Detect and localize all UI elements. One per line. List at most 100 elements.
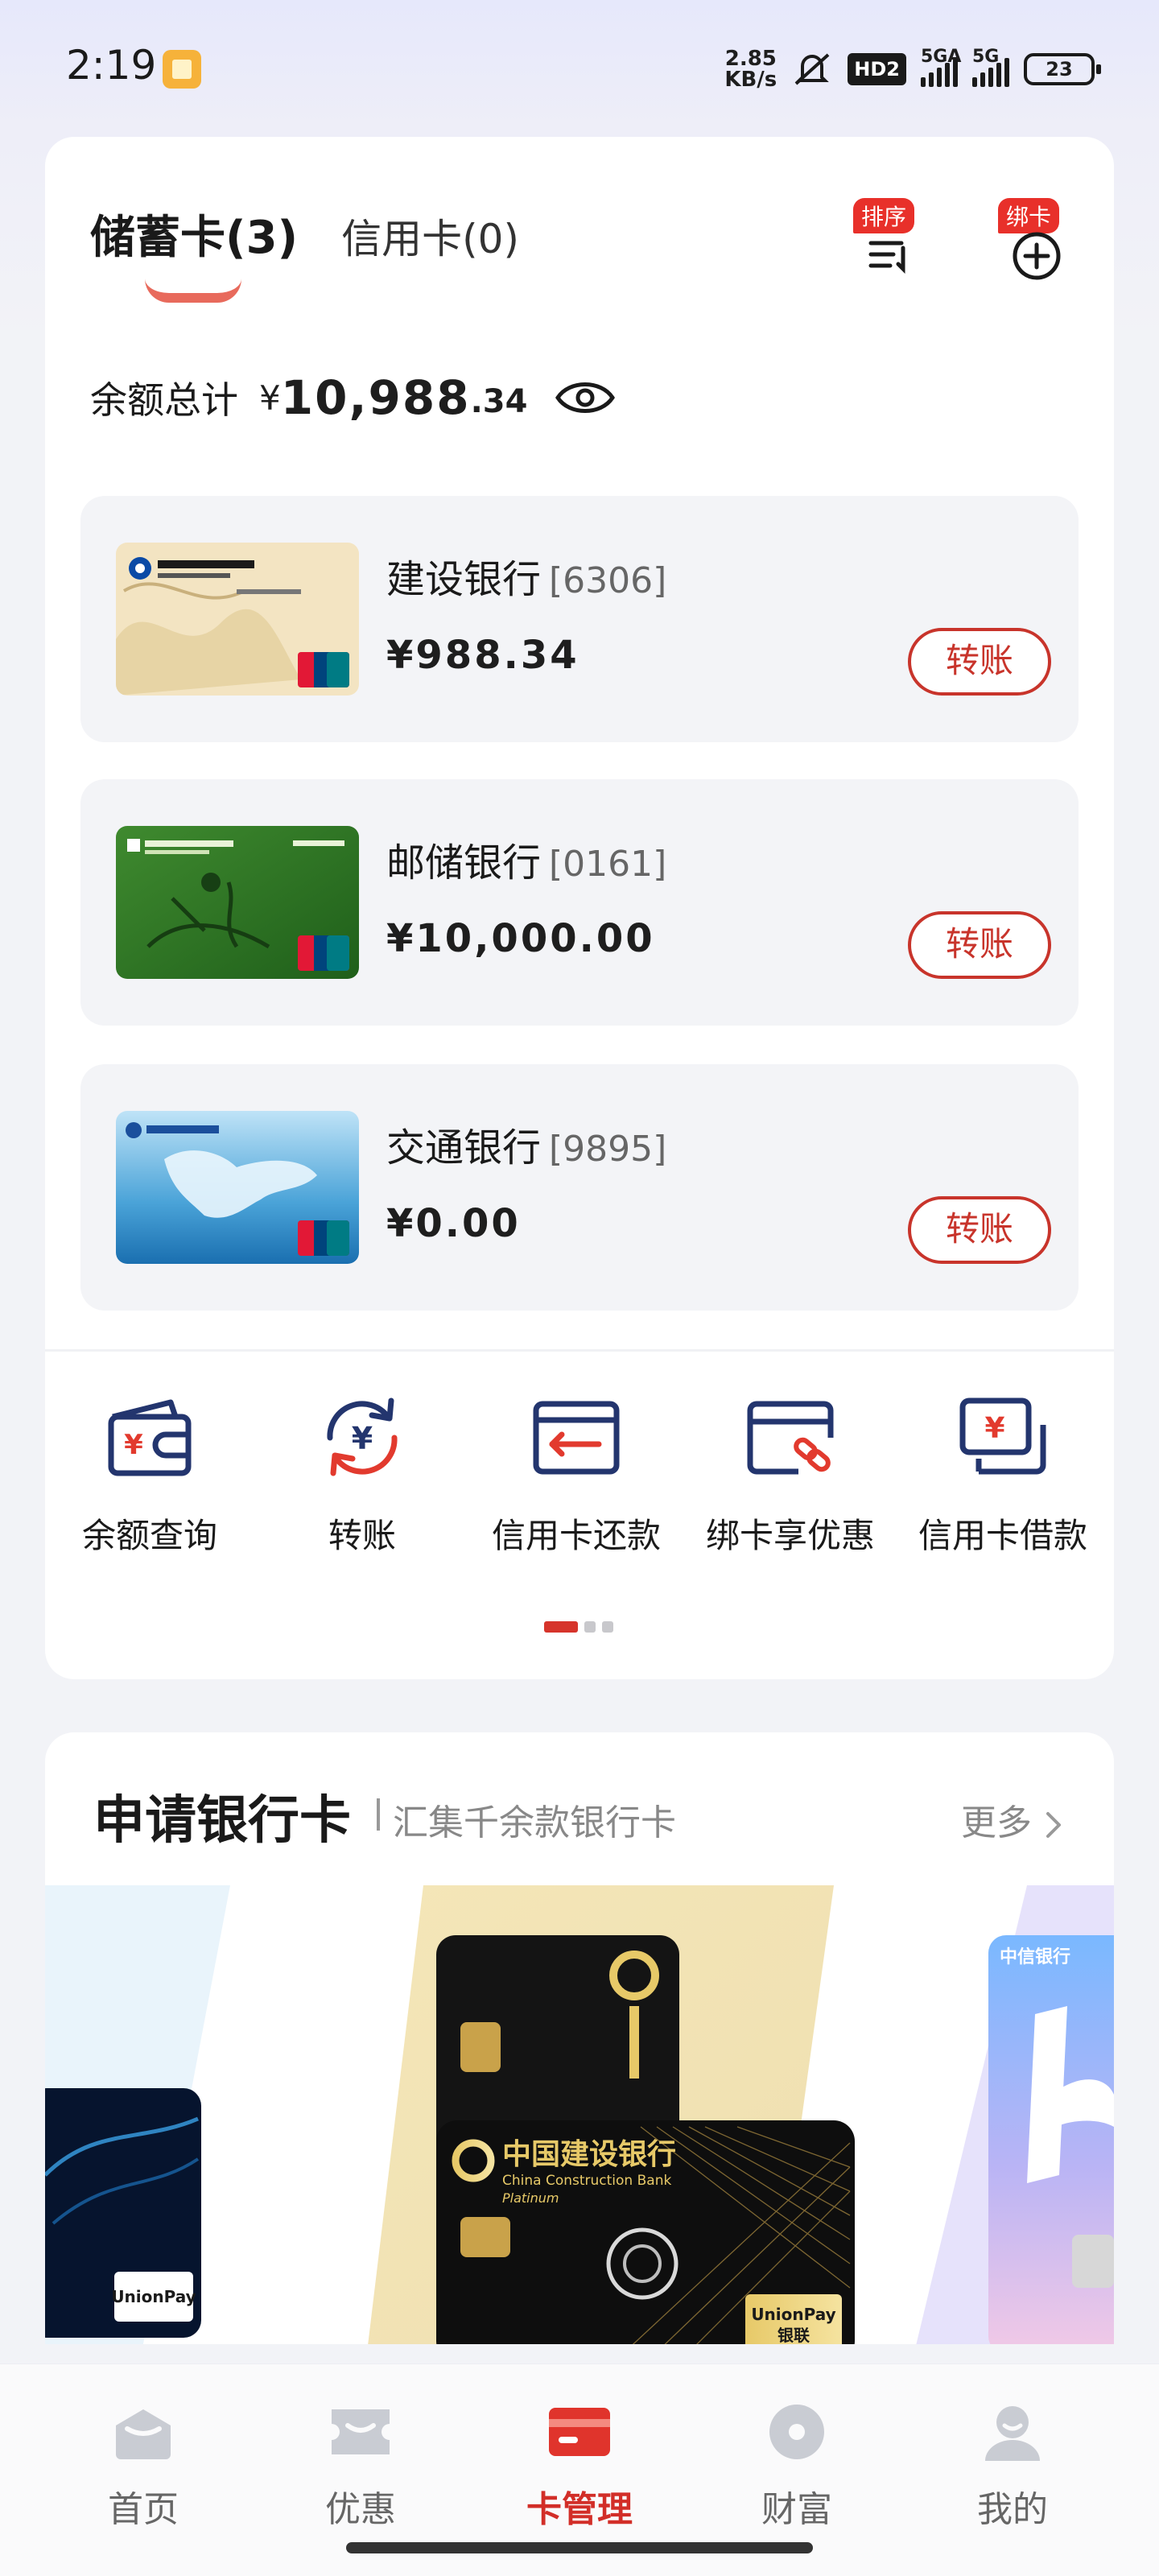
svg-text:¥: ¥ — [352, 1421, 373, 1456]
quick-action-repay[interactable]: 信用卡还款 — [472, 1393, 681, 1558]
sort-icon — [868, 241, 905, 275]
psbc-card-image — [116, 826, 359, 979]
quick-action-loan[interactable]: ¥ 信用卡借款 — [898, 1393, 1107, 1558]
network-speed: 2.85 KB/s — [724, 48, 777, 90]
nav-label: 财富 — [761, 2489, 832, 2530]
quick-action-balance[interactable]: ¥ 余额查询 — [45, 1393, 254, 1558]
promo-card-ccb-platinum[interactable]: 中国建设银行 China Construction Bank Platinum … — [319, 1885, 882, 2344]
nav-offers[interactable]: 优惠 — [280, 2401, 441, 2532]
sort-badge: 排序 — [853, 198, 915, 233]
sort-button[interactable]: 排序 — [850, 198, 930, 287]
profile-icon — [980, 2401, 1045, 2462]
quick-action-label: 余额查询 — [81, 1516, 217, 1555]
bank-name-text: 建设银行 — [386, 557, 542, 602]
quick-action-label: 转账 — [328, 1516, 396, 1555]
section-title: 申请银行卡 — [93, 1791, 351, 1851]
quick-action-label: 绑卡享优惠 — [705, 1516, 875, 1555]
citic-name-text: 中信银行 — [1000, 1946, 1070, 1967]
bind-badge: 绑卡 — [998, 198, 1060, 233]
bank-card-item[interactable]: 邮储银行 [0161] ¥10,000.00 转账 — [80, 779, 1079, 1026]
home-icon — [111, 2401, 175, 2462]
promo-card-left[interactable]: UnionPay — [45, 1885, 254, 2344]
bank-name-text: 邮储银行 — [386, 840, 542, 886]
bank-name: 交通银行 [9895] — [386, 1116, 666, 1172]
nav-label: 我的 — [977, 2489, 1048, 2530]
section-subtitle: 汇集千余款银行卡 — [393, 1802, 676, 1843]
notification-app-icon — [163, 50, 201, 89]
signal-icon: 5GA — [921, 47, 961, 87]
page-indicator — [544, 1621, 613, 1633]
ccb-name-text: 中国建设银行 — [502, 2138, 676, 2171]
signal1-label: 5GA — [921, 47, 962, 67]
ccb-tier-text: Platinum — [502, 2190, 559, 2206]
status-time: 2:19 — [66, 42, 157, 89]
coupon-icon — [328, 2401, 393, 2462]
wallet-yuan-icon: ¥ — [108, 1399, 192, 1476]
nav-profile[interactable]: 我的 — [932, 2401, 1093, 2532]
quick-action-transfer[interactable]: ¥ 转账 — [258, 1393, 467, 1558]
ccb-card-image — [116, 543, 359, 696]
quick-action-label: 信用卡还款 — [491, 1516, 661, 1555]
bank-name: 邮储银行 [0161] — [386, 831, 666, 887]
status-icons: 2.85 KB/s HD2 5GA 5G 23 — [724, 45, 1101, 93]
nav-home[interactable]: 首页 — [63, 2401, 224, 2532]
promo-card-carousel[interactable]: UnionPay 中国建设银行 China Construction Bank … — [45, 1885, 1114, 2344]
card-panel: 储蓄卡(3) 信用卡(0) 排序 绑卡 余额总计 ¥ 10,988 .34 建设… — [45, 137, 1114, 1679]
bank-card-item[interactable]: 交通银行 [9895] ¥0.00 转账 — [80, 1064, 1079, 1311]
signal2-label: 5G — [972, 47, 1000, 67]
ccb-en-text: China Construction Bank — [502, 2173, 671, 2189]
add-card-button[interactable]: 绑卡 — [995, 198, 1075, 287]
nav-label: 首页 — [108, 2489, 179, 2530]
tab-debit[interactable]: 储蓄卡(3) — [90, 201, 298, 266]
mute-icon — [791, 48, 833, 90]
tab-active-indicator — [145, 279, 241, 303]
bank-name-text: 交通银行 — [386, 1125, 542, 1170]
card-type-tabs: 储蓄卡(3) 信用卡(0) — [90, 201, 519, 266]
unionpay-cn-text: 银联 — [777, 2326, 810, 2344]
tab-credit[interactable]: 信用卡(0) — [341, 207, 519, 265]
network-speed-unit: KB/s — [724, 68, 777, 92]
status-bar: 2:19 2.85 KB/s HD2 5GA 5G 23 — [0, 0, 1159, 137]
battery-icon: 23 — [1024, 53, 1101, 85]
card-number: [6306] — [549, 560, 667, 601]
nav-wealth[interactable]: 财富 — [716, 2401, 877, 2532]
card-number: [0161] — [549, 844, 667, 885]
chevron-right-icon — [1046, 1812, 1061, 1838]
transfer-button[interactable]: 转账 — [908, 911, 1051, 979]
promo-card-citic[interactable]: 中信银行 — [914, 1885, 1114, 2344]
add-circle-icon — [1013, 232, 1061, 280]
transfer-button[interactable]: 转账 — [908, 628, 1051, 696]
transfer-button[interactable]: 转账 — [908, 1196, 1051, 1264]
signal-icon-2: 5G — [972, 47, 1009, 87]
eye-icon[interactable] — [555, 377, 616, 419]
nav-label: 卡管理 — [526, 2489, 633, 2530]
title-separator — [377, 1798, 380, 1831]
quick-action-bind-offer[interactable]: 绑卡享优惠 — [686, 1393, 895, 1558]
card-balance: ¥988.34 — [386, 633, 580, 678]
hd-badge: HD2 — [848, 53, 906, 85]
apply-card-section: 申请银行卡 汇集千余款银行卡 更多 UnionPay 中国建设银行 China … — [45, 1732, 1114, 2344]
more-link[interactable]: 更多 — [961, 1794, 1064, 1845]
nav-card-manage[interactable]: 卡管理 — [499, 2401, 660, 2532]
total-balance: 余额总计 ¥ 10,988 .34 — [90, 370, 616, 425]
svg-text:¥: ¥ — [124, 1429, 143, 1461]
home-indicator[interactable] — [346, 2542, 813, 2553]
more-label: 更多 — [961, 1802, 1032, 1843]
transfer-yuan-icon: ¥ — [327, 1397, 398, 1476]
card-loan-icon: ¥ — [959, 1397, 1046, 1475]
card-number: [9895] — [549, 1129, 667, 1170]
bank-card-item[interactable]: 建设银行 [6306] ¥988.34 转账 — [80, 496, 1079, 742]
balance-integer: 10,988 — [280, 370, 471, 425]
bank-name: 建设银行 [6306] — [386, 547, 666, 604]
unionpay-logo-text: UnionPay — [111, 2287, 196, 2306]
credit-card-repay-icon — [533, 1401, 620, 1475]
balance-label: 余额总计 — [90, 378, 238, 422]
card-balance: ¥10,000.00 — [386, 916, 655, 961]
quick-action-label: 信用卡借款 — [918, 1516, 1087, 1555]
balance-currency: ¥ — [259, 378, 281, 418]
card-link-icon — [747, 1401, 834, 1475]
card-balance: ¥0.00 — [386, 1201, 521, 1246]
bocom-card-image — [116, 1111, 359, 1264]
svg-text:¥: ¥ — [984, 1412, 1004, 1445]
quick-actions: ¥ 余额查询 ¥ 转账 信用卡还款 绑卡享优惠 ¥ 信用卡借款 — [45, 1393, 1114, 1602]
